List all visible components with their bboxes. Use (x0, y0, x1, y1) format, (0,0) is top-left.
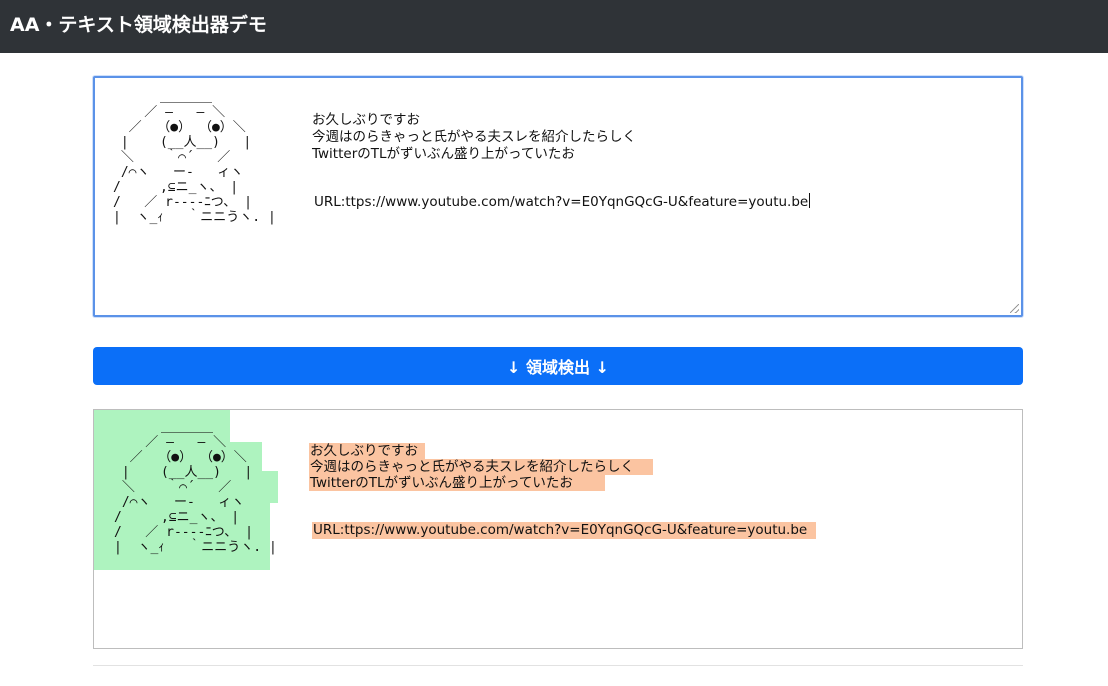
section-divider (93, 665, 1023, 666)
text-caret (809, 193, 811, 208)
result-canvas: ＿＿＿＿ ／ ― ― ＼ ／ （●） （●）＼ | (__人__) | ＼ ｀⌒… (93, 409, 1023, 649)
result-aa-art: ＿＿＿＿ ／ ― ― ＼ ／ （●） （●）＼ | (__人__) | ＼ ｀⌒… (114, 420, 277, 555)
result-text-line-3: TwitterのTLがずいぶん盛り上がっていたお (310, 475, 573, 491)
next-section-peek (93, 679, 213, 686)
resize-grip-icon[interactable] (1010, 304, 1019, 313)
input-text-line-3: TwitterのTLがずいぶん盛り上がっていたお (312, 146, 575, 162)
detect-regions-button[interactable]: ↓ 領域検出 ↓ (93, 347, 1023, 385)
result-text-line-1: お久しぶりですお (310, 443, 418, 459)
navbar: AA・テキスト領域検出器デモ (0, 0, 1108, 53)
input-textarea[interactable]: ＿＿＿＿ ／ ― ― ＼ ／ （●） （●）＼ | (__人__) | ＼ ｀⌒… (93, 76, 1023, 317)
input-text-line-2: 今週はのらきゃっと氏がやる夫スレを紹介したらしく (312, 129, 636, 145)
app-title: AA・テキスト領域検出器デモ (10, 14, 267, 36)
input-url-line: URL:ttps://www.youtube.com/watch?v=E0Yqn… (314, 193, 811, 210)
result-url-line: URL:ttps://www.youtube.com/watch?v=E0Yqn… (313, 522, 808, 538)
input-text-line-1: お久しぶりですお (312, 112, 420, 128)
input-url-text: URL:ttps://www.youtube.com/watch?v=E0Yqn… (314, 194, 809, 210)
input-aa-art: ＿＿＿＿ ／ ― ― ＼ ／ （●） （●）＼ | (__人__) | ＼ ｀⌒… (113, 90, 276, 225)
result-text-line-2: 今週はのらきゃっと氏がやる夫スレを紹介したらしく (310, 459, 634, 475)
